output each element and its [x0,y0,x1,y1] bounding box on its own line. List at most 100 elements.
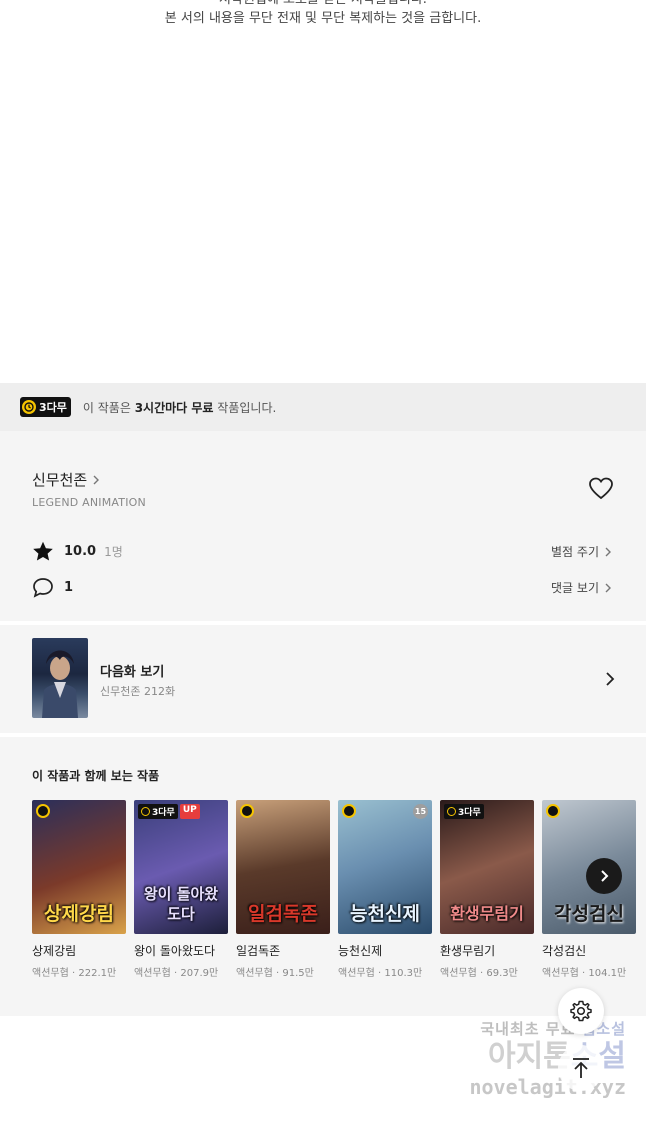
heart-icon[interactable] [588,477,614,501]
cover-badges [342,804,356,818]
settings-button[interactable] [558,988,604,1034]
next-episode-thumbnail [32,638,88,718]
clock-icon [447,807,456,816]
recommendation-card[interactable]: 3다무 환생무림기 환생무림기 액션무협 · 69.3만 [440,800,534,979]
free-bar-text-prefix: 이 작품은 [82,400,135,415]
free-every-3-hours-bar: 3다무 이 작품은 3시간마다 무료 작품입니다. [0,383,646,431]
recommendation-cover: 상제강림 [32,800,126,934]
series-author: LEGEND ANIMATION [32,496,146,509]
recommendation-genre: 액션무협 [134,968,171,979]
cover-badges: 3다무 [444,804,484,819]
recommendation-meta: 액션무협 · 91.5만 [236,968,314,979]
recommendations-heading: 이 작품과 함께 보는 작품 [32,769,160,783]
clock-icon [240,804,254,818]
chevron-right-icon [605,583,611,592]
recommendation-title: 일검독존 [236,944,281,958]
recommendation-title: 상제강림 [32,944,77,958]
recommendation-views: 69.3만 [486,968,518,979]
series-info-panel: 신무천존 LEGEND ANIMATION 10.0 1명 별점 주기 1 댓글… [0,431,646,621]
rating-row: 10.0 1명 별점 주기 [32,541,614,562]
up-badge: UP [179,804,200,819]
recommendation-cover: 15 능천신제 [338,800,432,934]
chevron-right-icon [93,475,100,484]
wait-free-badge: 3다무 [138,804,178,819]
recommendation-cover: 3다무 UP 왕이 돌아왔도다 [134,800,228,934]
cover-title: 왕이 돌아왔도다 [143,885,219,923]
series-title: 신무천존 [32,471,88,489]
recommendation-cover: 3다무 환생무림기 [440,800,534,934]
copyright-line-1: 저작권법에 보호를 받는 저작물입니다. [0,0,646,9]
wait-free-badge-label: 3다무 [152,808,175,818]
cover-title: 능천신제 [350,903,420,925]
chevron-right-icon [606,672,615,686]
next-episode-subtitle: 신무천존 212화 [100,685,176,698]
cover-title: 각성검신 [554,903,624,925]
age-rating-badge: 15 [413,804,428,819]
rating-count: 1명 [104,545,123,559]
star-icon [33,541,53,561]
series-title-link[interactable]: 신무천존 [32,469,102,490]
wait-free-badge-label: 3다무 [458,808,481,818]
recommendation-title: 왕이 돌아왔도다 [134,944,216,958]
cover-badges [36,804,50,818]
recommendation-title: 능천신제 [338,944,383,958]
carousel-next-button[interactable] [586,858,622,894]
gear-icon [570,1000,592,1022]
recommendation-title: 각성검신 [542,944,587,958]
comment-bubble-icon [33,578,53,598]
cover-title: 상제강림 [44,903,114,925]
copyright-line-2: 본 서의 내용을 무단 전재 및 무단 복제하는 것을 금합니다. [164,11,482,26]
recommendation-card[interactable]: 3다무 UP 왕이 돌아왔도다 왕이 돌아왔도다 액션무협 · 207.9만 [134,800,228,979]
clock-icon [22,400,36,414]
recommendation-views: 207.9만 [180,968,219,979]
wait-free-badge: 3다무 [444,804,484,819]
recommendation-genre: 액션무협 [338,968,375,979]
recommendation-card[interactable]: 일검독존 일검독존 액션무협 · 91.5만 [236,800,330,979]
recommendation-genre: 액션무협 [32,968,69,979]
rate-button[interactable]: 별점 주기 [551,543,614,560]
recommendation-views: 222.1만 [78,968,117,979]
clock-icon [36,804,50,818]
recommendation-meta: 액션무협 · 110.3만 [338,968,423,979]
rating-score: 10.0 [64,544,97,559]
cover-badges [240,804,254,818]
recommendation-title: 환생무림기 [440,944,496,958]
view-comments-button[interactable]: 댓글 보기 [551,579,614,596]
chevron-right-icon [605,547,611,556]
free-bar-text-bold: 3시간마다 무료 [134,400,214,415]
comment-count: 1 [64,580,74,595]
clock-icon [342,804,356,818]
clock-icon [546,804,560,818]
clock-icon [141,807,150,816]
scroll-to-top-button[interactable] [558,1045,604,1091]
free-bar-text-suffix: 작품입니다. [213,400,277,415]
next-episode-row[interactable]: 다음화 보기 신무천존 212화 [0,625,646,733]
recommendation-meta: 액션무협 · 69.3만 [440,968,518,979]
cover-title: 환생무림기 [450,904,524,923]
recommendation-views: 104.1만 [588,968,627,979]
free-bar-text: 이 작품은 3시간마다 무료 작품입니다. [83,399,276,416]
recommendation-genre: 액션무협 [236,968,273,979]
recommendation-card[interactable]: 각성검신 각성검신 액션무협 · 104.1만 [542,800,636,979]
arrow-up-to-top-icon [573,1058,589,1078]
cover-title: 일검독존 [248,903,318,925]
recommendation-genre: 액션무협 [542,968,579,979]
rate-button-label: 별점 주기 [551,545,599,559]
copyright-notice: 저작권법에 보호를 받는 저작물입니다. 본 서의 내용을 무단 전재 및 무단… [0,0,646,28]
recommendation-views: 91.5만 [282,968,314,979]
wait-free-badge: 3다무 [20,397,71,417]
viewer-page: 저작권법에 보호를 받는 저작물입니다. 본 서의 내용을 무단 전재 및 무단… [0,0,646,1132]
recommendation-card[interactable]: 상제강림 상제강림 액션무협 · 222.1만 [32,800,126,979]
view-comments-label: 댓글 보기 [551,581,599,595]
chevron-right-icon [601,870,609,882]
recommendation-views: 110.3만 [384,968,423,979]
cover-badges: 3다무 UP [138,804,200,819]
recommendation-meta: 액션무협 · 104.1만 [542,968,627,979]
wait-free-badge-label: 3다무 [39,401,67,414]
recommendations-section: 이 작품과 함께 보는 작품 상제강림 상제강림 액션무협 · 222.1만 3… [0,737,646,1016]
recommendation-card[interactable]: 15 능천신제 능천신제 액션무협 · 110.3만 [338,800,432,979]
recommendation-cover: 일검독존 [236,800,330,934]
comment-row: 1 댓글 보기 [32,577,614,598]
cover-badges [546,804,560,818]
recommendation-meta: 액션무협 · 222.1만 [32,968,117,979]
